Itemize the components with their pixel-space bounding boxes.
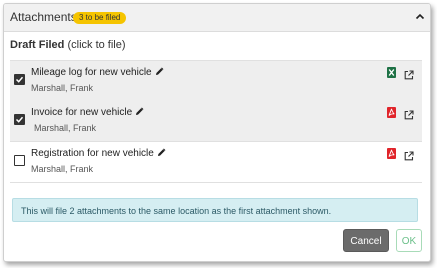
attachment-name-text: Registration for new vehicle — [31, 148, 154, 159]
attachment-name-text: Mileage log for new vehicle — [31, 67, 152, 78]
pdf-icon — [387, 105, 396, 118]
info-message: This will file 2 attachments to the same… — [12, 198, 418, 222]
attachment-checkbox[interactable] — [14, 114, 25, 125]
external-link-icon[interactable] — [404, 107, 414, 120]
to-be-filed-badge: 3 to be filed — [73, 12, 127, 24]
pencil-icon[interactable] — [155, 67, 164, 76]
excel-icon — [387, 65, 396, 78]
section-title: Draft Filed (click to file) — [10, 39, 126, 51]
attachment-name[interactable]: Mileage log for new vehicle — [31, 67, 164, 78]
attachment-owner: Marshall, Frank — [31, 83, 94, 93]
external-link-icon[interactable] — [404, 67, 414, 80]
cancel-button[interactable]: Cancel — [343, 229, 389, 252]
attachment-checkbox[interactable] — [14, 155, 25, 166]
attachment-owner: Marshall, Frank — [34, 123, 97, 133]
draft-filed-label: Draft Filed — [10, 39, 65, 51]
ok-button[interactable]: OK — [396, 229, 422, 252]
attachment-row[interactable]: Registration for new vehicle Marshall, F… — [10, 142, 422, 183]
attachments-panel: Attachments 3 to be filed Draft Filed (c… — [3, 3, 431, 262]
pencil-icon[interactable] — [157, 148, 166, 157]
attachments-header[interactable]: Attachments 3 to be filed — [4, 4, 430, 32]
attachment-name[interactable]: Registration for new vehicle — [31, 148, 166, 159]
attachment-name-text: Invoice for new vehicle — [31, 107, 133, 118]
attachment-checkbox[interactable] — [14, 74, 25, 85]
click-to-file-hint: (click to file) — [64, 39, 126, 51]
pencil-icon[interactable] — [135, 107, 144, 116]
pdf-icon — [387, 146, 396, 159]
attachment-owner: Marshall, Frank — [31, 164, 94, 174]
attachment-row[interactable]: Mileage log for new vehicle Marshall, Fr… — [10, 60, 422, 102]
attachments-title: Attachments — [10, 10, 77, 24]
chevron-up-icon[interactable] — [414, 10, 426, 22]
external-link-icon[interactable] — [404, 148, 414, 161]
attachment-row[interactable]: Invoice for new vehicle Marshall, Frank — [10, 101, 422, 142]
attachment-name[interactable]: Invoice for new vehicle — [31, 107, 144, 118]
